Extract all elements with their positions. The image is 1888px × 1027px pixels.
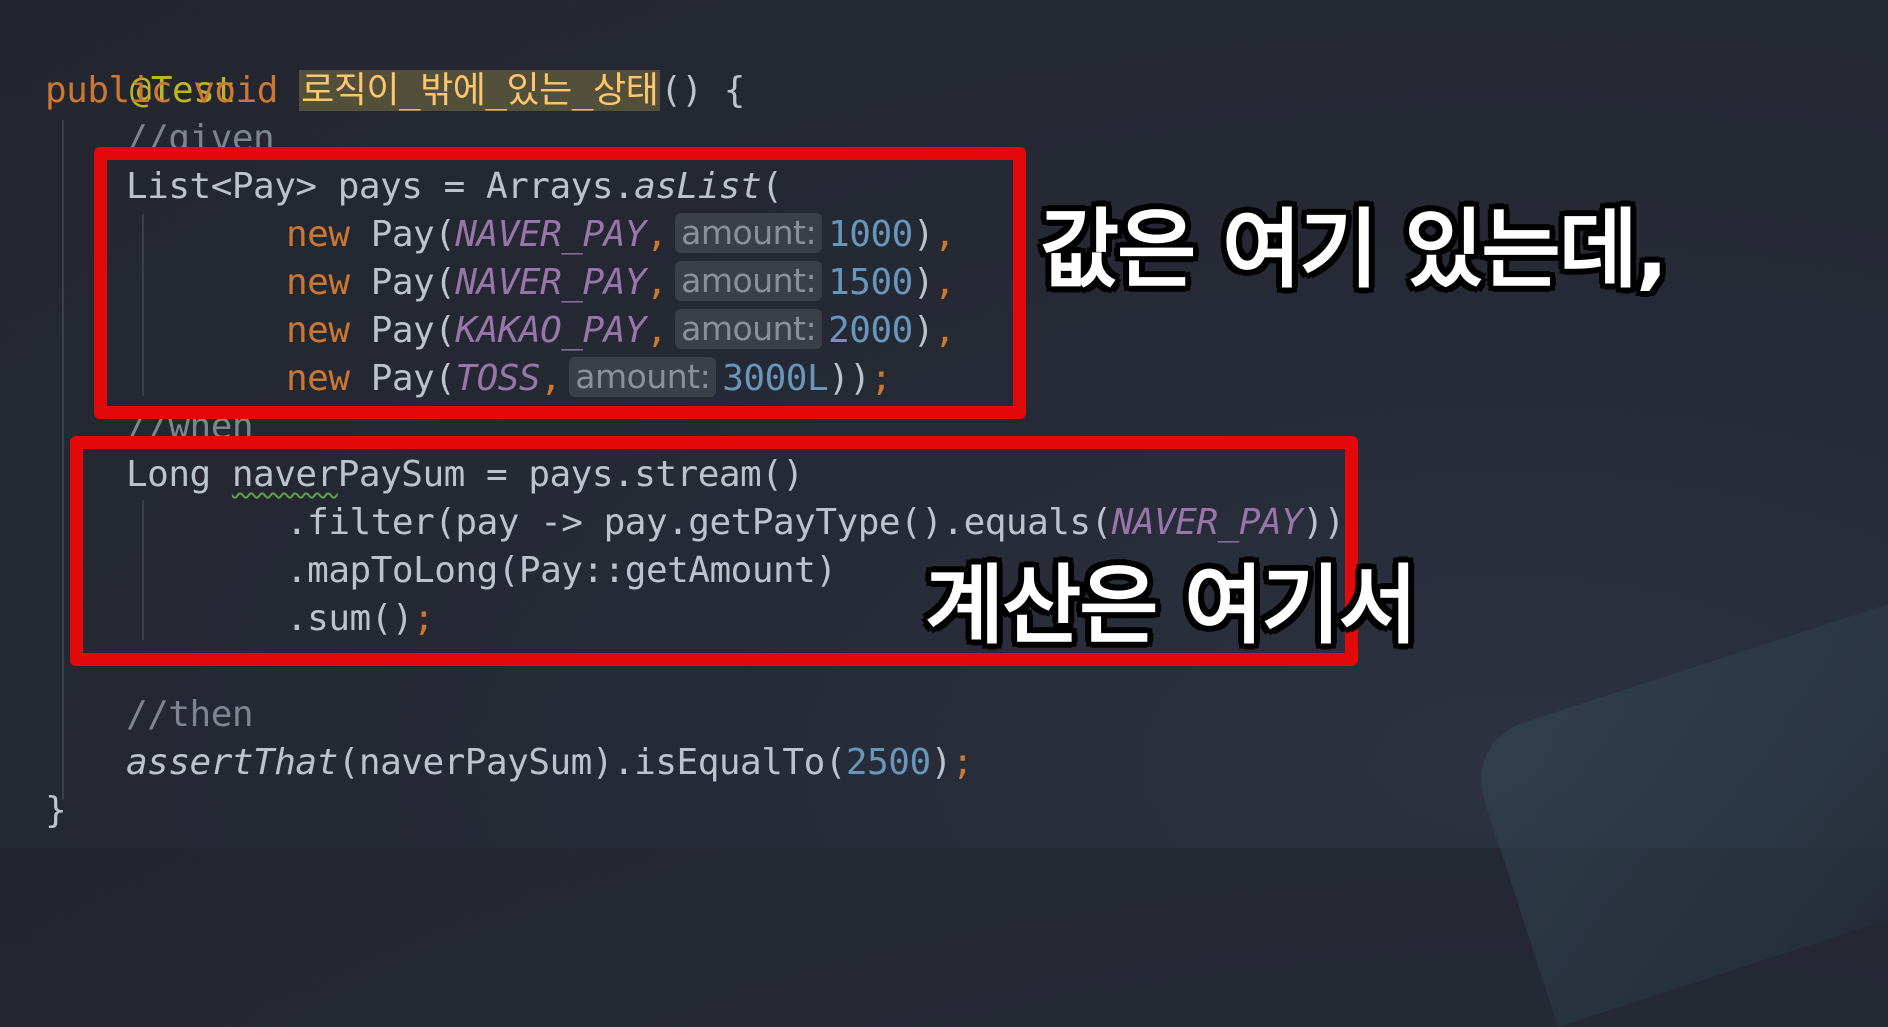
closing-brace: } — [45, 790, 67, 831]
signature-tail: () { — [660, 70, 745, 111]
method-modifiers: public void — [45, 70, 300, 111]
assert-number: 2500 — [845, 742, 931, 783]
highlight-box-values — [94, 147, 1026, 419]
code-editor[interactable]: @Test public void 로직이_밖에_있는_상태() { //giv… — [0, 0, 1888, 848]
caption-values: 값은 여기 있는데, — [1040, 200, 1668, 300]
assert-middle: (naverPaySum).isEqualTo( — [337, 742, 847, 783]
method-signature: public void 로직이_밖에_있는_상태() { — [45, 67, 745, 115]
comment-then: //then — [126, 694, 254, 735]
assert-method: assertThat — [126, 742, 338, 783]
assert-end: ; — [951, 742, 974, 783]
assert-close: ) — [930, 742, 953, 783]
caption-calculation: 계산은 여기서 — [925, 556, 1418, 656]
indent-guide — [62, 120, 64, 800]
method-name[interactable]: 로직이_밖에_있는_상태 — [299, 70, 661, 111]
assert-line: assertThat(naverPaySum).isEqualTo(2500); — [126, 739, 974, 787]
